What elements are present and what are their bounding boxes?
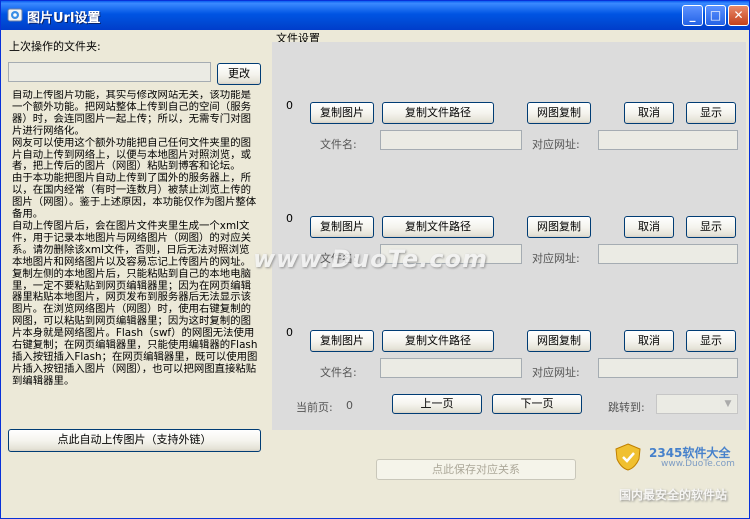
shield-icon bbox=[615, 443, 641, 471]
maximize-button[interactable]: □ bbox=[705, 5, 726, 26]
copy-image-button[interactable]: 复制图片 bbox=[310, 330, 374, 352]
watermark-center: www.DuoTe.com bbox=[253, 245, 488, 273]
app-icon bbox=[7, 8, 23, 22]
row-index: 0 bbox=[286, 326, 293, 339]
last-folder-label: 上次操作的文件夹: bbox=[9, 40, 101, 53]
prev-page-button[interactable]: 上一页 bbox=[392, 394, 482, 414]
copy-web-image-button[interactable]: 网图复制 bbox=[527, 102, 591, 124]
jump-to-label: 跳转到: bbox=[608, 401, 645, 414]
filename-label: 文件名: bbox=[320, 138, 357, 151]
cancel-button[interactable]: 取消 bbox=[624, 216, 674, 238]
copy-image-button[interactable]: 复制图片 bbox=[310, 102, 374, 124]
url-label: 对应网址: bbox=[532, 366, 580, 379]
main-window: 图片Url设置 _ □ ✕ 上次操作的文件夹: 更改 自动上传图片功能，其实与修… bbox=[0, 0, 750, 519]
title-bar[interactable]: 图片Url设置 _ □ ✕ bbox=[1, 1, 749, 30]
minimize-button[interactable]: _ bbox=[682, 5, 703, 26]
show-button[interactable]: 显示 bbox=[686, 102, 736, 124]
copy-path-button[interactable]: 复制文件路径 bbox=[382, 330, 494, 352]
copy-web-image-button[interactable]: 网图复制 bbox=[527, 216, 591, 238]
save-mapping-button[interactable]: 点此保存对应关系 bbox=[376, 459, 576, 480]
row-index: 0 bbox=[286, 212, 293, 225]
watermark-url: www.DuoTe.com bbox=[661, 459, 735, 469]
row-index: 0 bbox=[286, 99, 293, 112]
filename-field[interactable] bbox=[380, 358, 522, 378]
window-title: 图片Url设置 bbox=[27, 11, 101, 26]
url-field[interactable] bbox=[598, 130, 738, 150]
filename-field[interactable] bbox=[380, 130, 522, 150]
filename-label: 文件名: bbox=[320, 366, 357, 379]
help-text: 自动上传图片功能，其实与修改网站无关，该功能是一个额外功能。把网站整体上传到自己… bbox=[12, 90, 258, 387]
url-field[interactable] bbox=[598, 244, 738, 264]
show-button[interactable]: 显示 bbox=[686, 330, 736, 352]
next-page-button[interactable]: 下一页 bbox=[492, 394, 582, 414]
last-folder-field[interactable] bbox=[8, 62, 211, 82]
auto-upload-button[interactable]: 点此自动上传图片（支持外链） bbox=[8, 429, 261, 452]
file-settings-group: 0 复制图片 复制文件路径 网图复制 取消 显示 文件名: 对应网址: 0 复制… bbox=[272, 42, 746, 430]
cancel-button[interactable]: 取消 bbox=[624, 330, 674, 352]
copy-path-button[interactable]: 复制文件路径 bbox=[382, 102, 494, 124]
close-button[interactable]: ✕ bbox=[728, 5, 749, 26]
show-button[interactable]: 显示 bbox=[686, 216, 736, 238]
url-label: 对应网址: bbox=[532, 138, 580, 151]
url-field[interactable] bbox=[598, 358, 738, 378]
jump-to-select[interactable]: ▼ bbox=[656, 394, 738, 414]
current-page-label: 当前页: bbox=[296, 401, 333, 414]
change-folder-button[interactable]: 更改 bbox=[217, 63, 261, 85]
chevron-down-icon: ▼ bbox=[720, 396, 736, 412]
left-panel: 上次操作的文件夹: 更改 自动上传图片功能，其实与修改网站无关，该功能是一个额外… bbox=[4, 30, 267, 517]
url-label: 对应网址: bbox=[532, 252, 580, 265]
copy-web-image-button[interactable]: 网图复制 bbox=[527, 330, 591, 352]
copy-image-button[interactable]: 复制图片 bbox=[310, 216, 374, 238]
cancel-button[interactable]: 取消 bbox=[624, 102, 674, 124]
current-page-value: 0 bbox=[346, 399, 353, 412]
copy-path-button[interactable]: 复制文件路径 bbox=[382, 216, 494, 238]
watermark-slogan: 国内最安全的软件站 bbox=[619, 488, 728, 502]
